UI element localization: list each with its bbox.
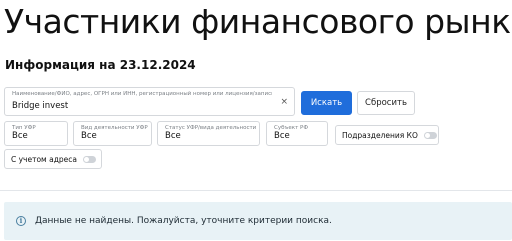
reset-button[interactable]: Сбросить: [357, 91, 415, 115]
filter-activity-type[interactable]: Вид деятельности УФР Все: [73, 121, 152, 146]
search-input-value[interactable]: Bridge invest: [12, 101, 68, 111]
toggle-label: Подразделения КО: [342, 130, 418, 140]
info-date: Информация на 23.12.2024: [5, 58, 196, 72]
divider: [0, 190, 512, 191]
search-field[interactable]: Наименование/ФИО, адрес, ОГРН или ИНН, р…: [4, 87, 295, 116]
filter-value: Все: [81, 131, 97, 141]
search-field-label: Наименование/ФИО, адрес, ОГРН или ИНН, р…: [12, 91, 272, 97]
page-title: Участники финансового рынка: [4, 2, 512, 41]
info-icon: i: [16, 216, 26, 226]
toggle-label: С учетом адреса: [11, 154, 77, 164]
clear-icon[interactable]: ×: [280, 97, 288, 107]
no-results-alert: i Данные не найдены. Пожалуйста, уточнит…: [4, 202, 512, 240]
filter-value: Все: [274, 131, 290, 141]
filter-value: Все: [165, 131, 181, 141]
filter-status[interactable]: Статус УФР/вида деятельности Все: [157, 121, 260, 146]
toggle-with-address[interactable]: С учетом адреса: [4, 149, 102, 169]
alert-text: Данные не найдены. Пожалуйста, уточните …: [35, 216, 332, 226]
toggle-switch[interactable]: [423, 131, 437, 139]
search-button[interactable]: Искать: [301, 91, 352, 115]
toggle-switch[interactable]: [82, 155, 96, 163]
filter-ufr-type[interactable]: Тип УФР Все: [4, 121, 68, 146]
filter-value: Все: [12, 131, 28, 141]
toggle-ko-subdivisions[interactable]: Подразделения КО: [335, 125, 439, 145]
filter-region[interactable]: Субъект РФ Все: [266, 121, 328, 146]
